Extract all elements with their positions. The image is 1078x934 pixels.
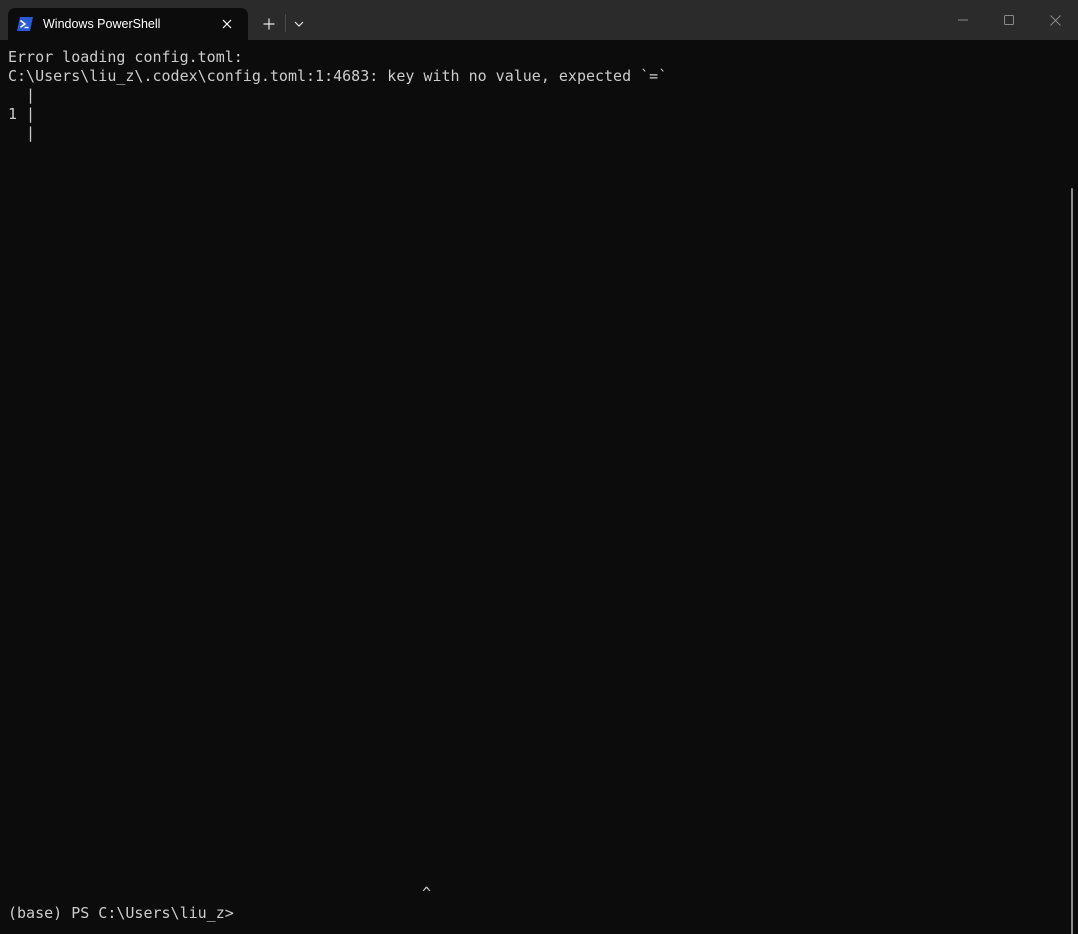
plus-icon bbox=[263, 18, 275, 30]
gutter-line: | bbox=[8, 124, 36, 142]
error-heading-line: Error loading config.toml: bbox=[8, 48, 243, 66]
caret-marker: ^ bbox=[422, 884, 432, 902]
shell-prompt[interactable]: (base) PS C:\Users\liu_z> bbox=[8, 904, 234, 923]
minimize-button[interactable] bbox=[940, 0, 986, 40]
close-tab-button[interactable] bbox=[218, 15, 236, 33]
close-window-button[interactable] bbox=[1032, 0, 1078, 40]
maximize-button[interactable] bbox=[986, 0, 1032, 40]
error-detail-line: C:\Users\liu_z\.codex\config.toml:1:4683… bbox=[8, 67, 668, 85]
close-tab-icon bbox=[222, 19, 232, 29]
minimize-icon bbox=[958, 19, 968, 21]
title-bar[interactable]: Windows PowerShell bbox=[0, 0, 1078, 40]
vertical-scrollbar[interactable] bbox=[1071, 188, 1073, 934]
tab-dropdown-button[interactable] bbox=[288, 12, 310, 36]
new-tab-button[interactable] bbox=[257, 12, 281, 36]
terminal-output-area[interactable]: Error loading config.toml: C:\Users\liu_… bbox=[0, 40, 1078, 934]
terminal-window: Windows PowerShell Error loading config.… bbox=[0, 0, 1078, 934]
powershell-icon bbox=[17, 17, 33, 31]
close-icon bbox=[1049, 14, 1061, 26]
tab-separator bbox=[285, 14, 286, 32]
gutter-line: | bbox=[8, 86, 36, 104]
maximize-icon bbox=[1004, 15, 1014, 25]
tab-title: Windows PowerShell bbox=[43, 17, 161, 31]
tab-windows-powershell[interactable]: Windows PowerShell bbox=[8, 8, 248, 40]
chevron-down-icon bbox=[294, 21, 304, 27]
gutter-line-numbered: 1 | bbox=[8, 105, 36, 123]
